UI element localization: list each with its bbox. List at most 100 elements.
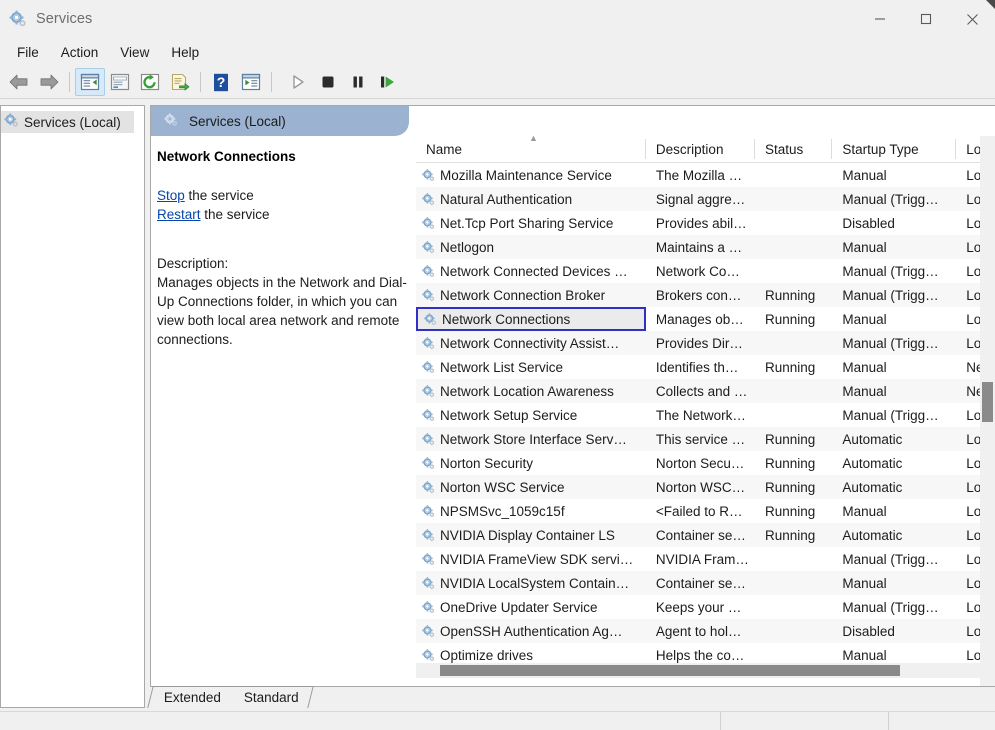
service-gear-icon [421, 528, 436, 543]
refresh-icon[interactable] [135, 68, 165, 96]
details-pane: Services (Local) Network Connections Sto… [150, 105, 995, 687]
cell-startup-type: Manual (Trigg… [832, 283, 956, 307]
table-row[interactable]: Network ConnectionsManages ob…RunningMan… [416, 307, 995, 331]
cell-startup-type: Manual [832, 307, 956, 331]
column-startup-type[interactable]: Startup Type [832, 136, 956, 162]
cell-startup-type: Disabled [832, 619, 956, 643]
column-header-label: Name [426, 142, 462, 157]
tab-standard[interactable]: Standard [228, 686, 313, 708]
stop-service-suffix: the service [185, 188, 254, 203]
tab-extended[interactable]: Extended [147, 686, 236, 708]
column-name[interactable]: Name▲ [416, 136, 646, 162]
cell-startup-type: Manual (Trigg… [832, 331, 956, 355]
cell-status [755, 235, 832, 259]
cell-status: Running [755, 499, 832, 523]
help-icon[interactable]: ? [206, 68, 236, 96]
menu-action[interactable]: Action [50, 42, 110, 63]
table-row[interactable]: Norton WSC ServiceNorton WSC…RunningAuto… [416, 475, 995, 499]
cell-status: Running [755, 355, 832, 379]
table-row[interactable]: Network List ServiceIdentifies th…Runnin… [416, 355, 995, 379]
service-name-label: Network Connected Devices … [440, 264, 628, 279]
service-name-label: Norton WSC Service [440, 480, 565, 495]
menu-help[interactable]: Help [160, 42, 210, 63]
horizontal-scrollbar[interactable] [416, 663, 995, 678]
minimize-button[interactable] [857, 0, 903, 38]
table-row[interactable]: Network Setup ServiceThe Network…Manual … [416, 403, 995, 427]
table-row[interactable]: Norton SecurityNorton Secu…RunningAutoma… [416, 451, 995, 475]
tab-label: Standard [244, 690, 299, 705]
table-row[interactable]: OneDrive Updater ServiceKeeps your …Manu… [416, 595, 995, 619]
cell-startup-type: Manual [832, 379, 956, 403]
toolbar: ? [0, 66, 995, 99]
tree-item-label: Services (Local) [24, 115, 121, 130]
menu-file[interactable]: File [6, 42, 50, 63]
cell-description: Norton WSC… [646, 475, 755, 499]
column-status[interactable]: Status [755, 136, 832, 162]
service-name-label: OneDrive Updater Service [440, 600, 598, 615]
start-service-icon[interactable] [283, 68, 313, 96]
service-description-text: Manages objects in the Network and Dial-… [157, 273, 415, 349]
cell-status: Running [755, 307, 832, 331]
cell-status [755, 211, 832, 235]
service-gear-icon [421, 336, 436, 351]
table-row[interactable]: Mozilla Maintenance ServiceThe Mozilla …… [416, 163, 995, 187]
cell-description: Agent to hol… [646, 619, 755, 643]
toolbar-separator-2 [200, 72, 201, 92]
tree-item-services-local[interactable]: Services (Local) [1, 111, 134, 133]
cell-service-name: Network Connectivity Assist… [416, 331, 646, 355]
restart-service-icon[interactable] [373, 68, 403, 96]
show-hide-console-tree-icon[interactable] [75, 68, 105, 96]
cell-service-name: OpenSSH Authentication Ag… [416, 619, 646, 643]
cell-startup-type: Disabled [832, 211, 956, 235]
table-row[interactable]: Network Connected Devices …Network Co…Ma… [416, 259, 995, 283]
cell-service-name: NVIDIA FrameView SDK servi… [416, 547, 646, 571]
column-description[interactable]: Description [646, 136, 755, 162]
console-tree-pane: Services (Local) [0, 105, 145, 708]
service-gear-icon [421, 432, 436, 447]
vertical-scrollbar-thumb[interactable] [982, 382, 993, 422]
cell-description: The Network… [646, 403, 755, 427]
table-row[interactable]: OpenSSH Authentication Ag…Agent to hol… D… [416, 619, 995, 643]
table-row[interactable]: NVIDIA FrameView SDK servi…NVIDIA Fram…M… [416, 547, 995, 571]
window-controls [857, 0, 995, 38]
properties-icon[interactable] [105, 68, 135, 96]
close-button[interactable] [949, 0, 995, 38]
cell-description: Manages ob… [646, 307, 755, 331]
cell-service-name: Network Location Awareness [416, 379, 646, 403]
stop-service-link[interactable]: Stop [157, 188, 185, 203]
restart-service-line: Restart the service [157, 205, 401, 224]
vertical-scrollbar[interactable] [980, 136, 995, 687]
forward-icon[interactable] [34, 68, 64, 96]
pause-service-icon[interactable] [343, 68, 373, 96]
cell-service-name: Natural Authentication [416, 187, 646, 211]
maximize-button[interactable] [903, 0, 949, 38]
menu-view[interactable]: View [109, 42, 160, 63]
cell-startup-type: Automatic [832, 523, 956, 547]
table-row[interactable]: Network Store Interface Serv…This servic… [416, 427, 995, 451]
show-hide-action-pane-icon[interactable] [236, 68, 266, 96]
table-row[interactable]: NPSMSvc_1059c15f<Failed to R…RunningManu… [416, 499, 995, 523]
description-label: Description: [157, 254, 401, 273]
horizontal-scrollbar-thumb[interactable] [440, 665, 900, 676]
service-name-label: NVIDIA LocalSystem Contain… [440, 576, 629, 591]
table-row[interactable]: Net.Tcp Port Sharing ServiceProvides abi… [416, 211, 995, 235]
table-row[interactable]: Natural AuthenticationSignal aggre…Manua… [416, 187, 995, 211]
table-row[interactable]: Network Connection BrokerBrokers con…Run… [416, 283, 995, 307]
cell-status: Running [755, 427, 832, 451]
table-row[interactable]: Network Connectivity Assist…Provides Dir… [416, 331, 995, 355]
stop-service-icon[interactable] [313, 68, 343, 96]
cell-description: Collects and … [646, 379, 755, 403]
cell-startup-type: Manual (Trigg… [832, 259, 956, 283]
service-gear-icon [421, 480, 436, 495]
cell-service-name: Network Setup Service [416, 403, 646, 427]
table-row[interactable]: NetlogonMaintains a …ManualLoc [416, 235, 995, 259]
back-icon[interactable] [4, 68, 34, 96]
table-row[interactable]: Network Location AwarenessCollects and …… [416, 379, 995, 403]
cell-service-name: OneDrive Updater Service [416, 595, 646, 619]
export-list-icon[interactable] [165, 68, 195, 96]
table-row[interactable]: NVIDIA Display Container LSContainer se…… [416, 523, 995, 547]
service-gear-icon [421, 456, 436, 471]
restart-service-link[interactable]: Restart [157, 207, 201, 222]
table-row[interactable]: NVIDIA LocalSystem Contain…Container se…… [416, 571, 995, 595]
service-gear-icon [421, 168, 436, 183]
